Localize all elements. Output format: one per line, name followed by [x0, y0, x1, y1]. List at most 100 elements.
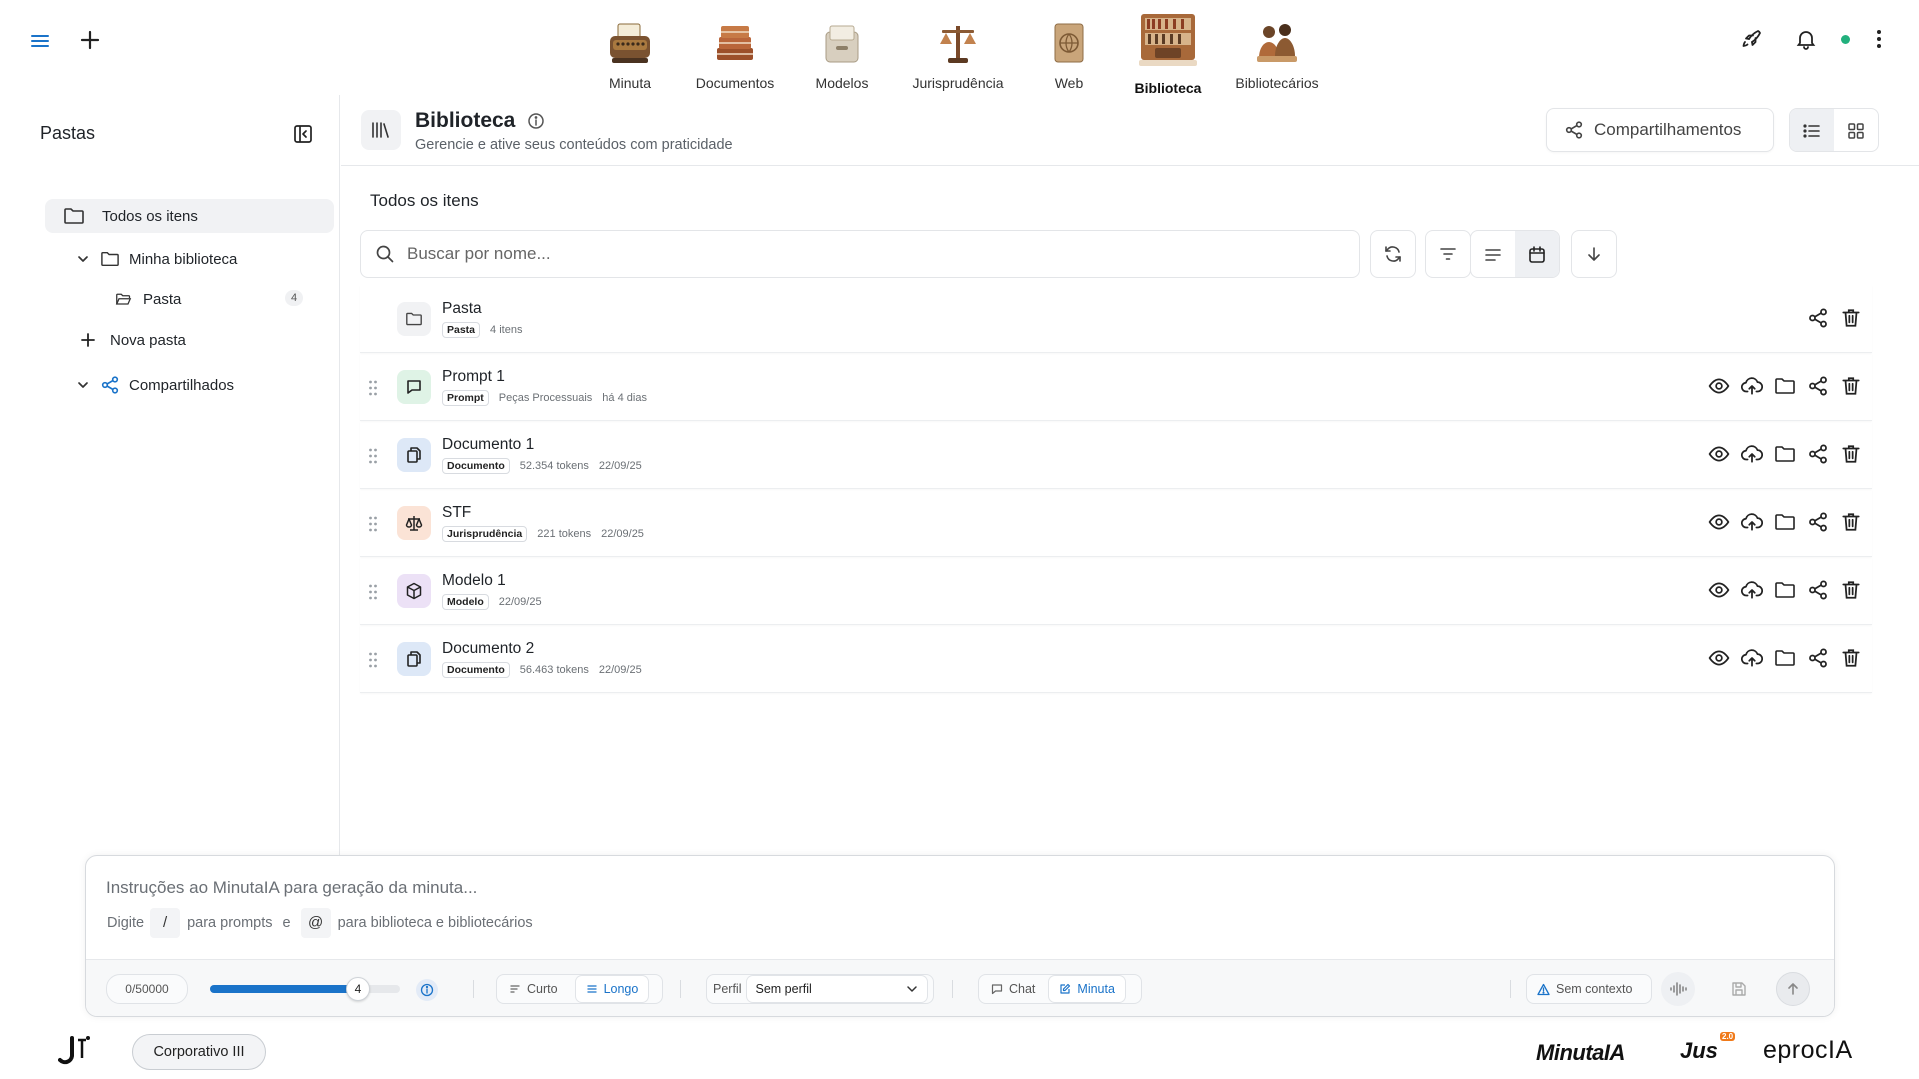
- tree-label-pasta: Pasta: [143, 290, 182, 308]
- new-folder-button[interactable]: Nova pasta: [80, 323, 280, 357]
- instruction-input[interactable]: [106, 878, 1806, 904]
- profile-dropdown[interactable]: Sem perfil: [747, 976, 928, 1002]
- share-icon[interactable]: [1807, 443, 1829, 465]
- share-icon[interactable]: [1807, 375, 1829, 397]
- item-meta: Modelo 22/09/25: [442, 594, 552, 610]
- trash-icon[interactable]: [1840, 647, 1862, 669]
- drag-handle-icon[interactable]: [368, 379, 378, 397]
- drag-handle-icon[interactable]: [368, 515, 378, 533]
- tree-item-pasta[interactable]: Pasta: [115, 282, 305, 316]
- nav-item-biblioteca[interactable]: Biblioteca: [1118, 6, 1218, 96]
- search-input[interactable]: [407, 244, 1307, 264]
- long-text-icon: [586, 985, 597, 993]
- slider-info-icon[interactable]: [416, 979, 438, 1001]
- length-long-label: Longo: [603, 982, 639, 996]
- trash-icon[interactable]: [1840, 443, 1862, 465]
- new-button[interactable]: [77, 27, 103, 53]
- folder-icon[interactable]: [1774, 375, 1796, 397]
- slider-thumb[interactable]: 4: [346, 977, 370, 1001]
- list-item[interactable]: Documento 2 Documento 56.463 tokens 22/0…: [360, 625, 1872, 693]
- list-item[interactable]: STF Jurisprudência 221 tokens 22/09/25: [360, 489, 1872, 557]
- more-vertical-icon[interactable]: [1870, 27, 1888, 51]
- cloud-upload-icon[interactable]: [1741, 511, 1763, 533]
- search-icon: [376, 245, 394, 263]
- drag-handle-icon[interactable]: [368, 447, 378, 465]
- nav-item-jurisprudencia[interactable]: Jurisprudência: [896, 6, 1020, 91]
- grid-view-button[interactable]: [1834, 109, 1878, 151]
- list-view-button[interactable]: [1790, 109, 1834, 151]
- mode-chat-button[interactable]: Chat: [981, 976, 1045, 1002]
- list-item[interactable]: Prompt 1 Prompt Peças Processuais há 4 d…: [360, 353, 1872, 421]
- share-icon[interactable]: [1807, 647, 1829, 669]
- chevron-down-icon[interactable]: [76, 252, 90, 266]
- nav-item-bibliotecarios[interactable]: Bibliotecários: [1218, 6, 1336, 91]
- length-slider[interactable]: 4: [210, 977, 400, 1001]
- drag-handle-icon[interactable]: [368, 651, 378, 669]
- trash-icon[interactable]: [1840, 307, 1862, 329]
- nav-item-documentos[interactable]: Documentos: [682, 6, 788, 91]
- length-short-button[interactable]: Curto: [499, 976, 568, 1002]
- filter-button[interactable]: [1425, 230, 1471, 278]
- cloud-upload-icon[interactable]: [1741, 647, 1763, 669]
- share-icon[interactable]: [1807, 511, 1829, 533]
- send-button[interactable]: [1776, 972, 1810, 1006]
- bell-icon[interactable]: [1794, 27, 1818, 51]
- trash-icon[interactable]: [1840, 511, 1862, 533]
- refresh-button[interactable]: [1370, 230, 1416, 278]
- folder-icon[interactable]: [1774, 443, 1796, 465]
- cloud-upload-icon[interactable]: [1741, 375, 1763, 397]
- nav-item-web[interactable]: Web: [1020, 6, 1118, 91]
- files-icon: [397, 642, 431, 676]
- mode-chat-label: Chat: [1009, 982, 1036, 996]
- scales-icon: [940, 26, 976, 63]
- save-icon[interactable]: [1726, 976, 1752, 1002]
- module-nav: Minuta Documentos Modelos Jurisprudência…: [578, 6, 1336, 96]
- profile-select[interactable]: Perfil Sem perfil: [706, 974, 934, 1004]
- rocket-icon[interactable]: [1740, 27, 1764, 51]
- eye-icon[interactable]: [1708, 579, 1730, 601]
- menu-icon[interactable]: [28, 29, 52, 53]
- context-button[interactable]: Sem contexto: [1526, 974, 1652, 1004]
- nav-item-minuta[interactable]: Minuta: [578, 6, 682, 91]
- item-name: Prompt 1: [442, 368, 505, 385]
- tree-item-shared[interactable]: Compartilhados: [76, 368, 306, 402]
- list-item[interactable]: Pasta Pasta 4 itens: [360, 285, 1872, 353]
- box-icon: [397, 574, 431, 608]
- info-icon[interactable]: [527, 112, 545, 130]
- cloud-upload-icon[interactable]: [1741, 579, 1763, 601]
- trash-icon[interactable]: [1840, 579, 1862, 601]
- file-box-icon: [825, 25, 859, 63]
- folder-icon[interactable]: [1774, 579, 1796, 601]
- nav-item-modelos[interactable]: Modelos: [788, 6, 896, 91]
- tree-item-all-items[interactable]: Todos os itens: [45, 199, 334, 233]
- sort-direction-button[interactable]: [1571, 230, 1617, 278]
- voice-input-button[interactable]: [1661, 972, 1695, 1006]
- tenant-button[interactable]: Corporativo III: [132, 1034, 266, 1070]
- section-title: Todos os itens: [370, 191, 479, 210]
- length-long-button[interactable]: Longo: [575, 976, 649, 1002]
- mode-minuta-button[interactable]: Minuta: [1049, 976, 1125, 1002]
- trash-icon[interactable]: [1840, 375, 1862, 397]
- cloud-upload-icon[interactable]: [1741, 443, 1763, 465]
- hint-prefix: Digite: [107, 915, 145, 931]
- list-item[interactable]: Modelo 1 Modelo 22/09/25: [360, 557, 1872, 625]
- folder-icon[interactable]: [1774, 647, 1796, 669]
- share-icon[interactable]: [1807, 307, 1829, 329]
- item-type-tag: Documento: [442, 458, 510, 474]
- eye-icon[interactable]: [1708, 647, 1730, 669]
- list-item[interactable]: Documento 1 Documento 52.354 tokens 22/0…: [360, 421, 1872, 489]
- eye-icon[interactable]: [1708, 511, 1730, 533]
- profile-label: Perfil: [713, 982, 742, 996]
- sort-by-name-button[interactable]: [1471, 231, 1515, 277]
- shares-button[interactable]: Compartilhamentos: [1546, 108, 1774, 152]
- item-type-tag: Documento: [442, 662, 510, 678]
- eye-icon[interactable]: [1708, 375, 1730, 397]
- folder-icon[interactable]: [1774, 511, 1796, 533]
- eye-icon[interactable]: [1708, 443, 1730, 465]
- collapse-sidebar-icon[interactable]: [292, 123, 314, 145]
- share-icon[interactable]: [1807, 579, 1829, 601]
- tree-item-my-library[interactable]: Minha biblioteca: [76, 242, 326, 276]
- chevron-down-icon[interactable]: [76, 378, 90, 392]
- drag-handle-icon[interactable]: [368, 583, 378, 601]
- sort-by-date-button[interactable]: [1515, 231, 1559, 277]
